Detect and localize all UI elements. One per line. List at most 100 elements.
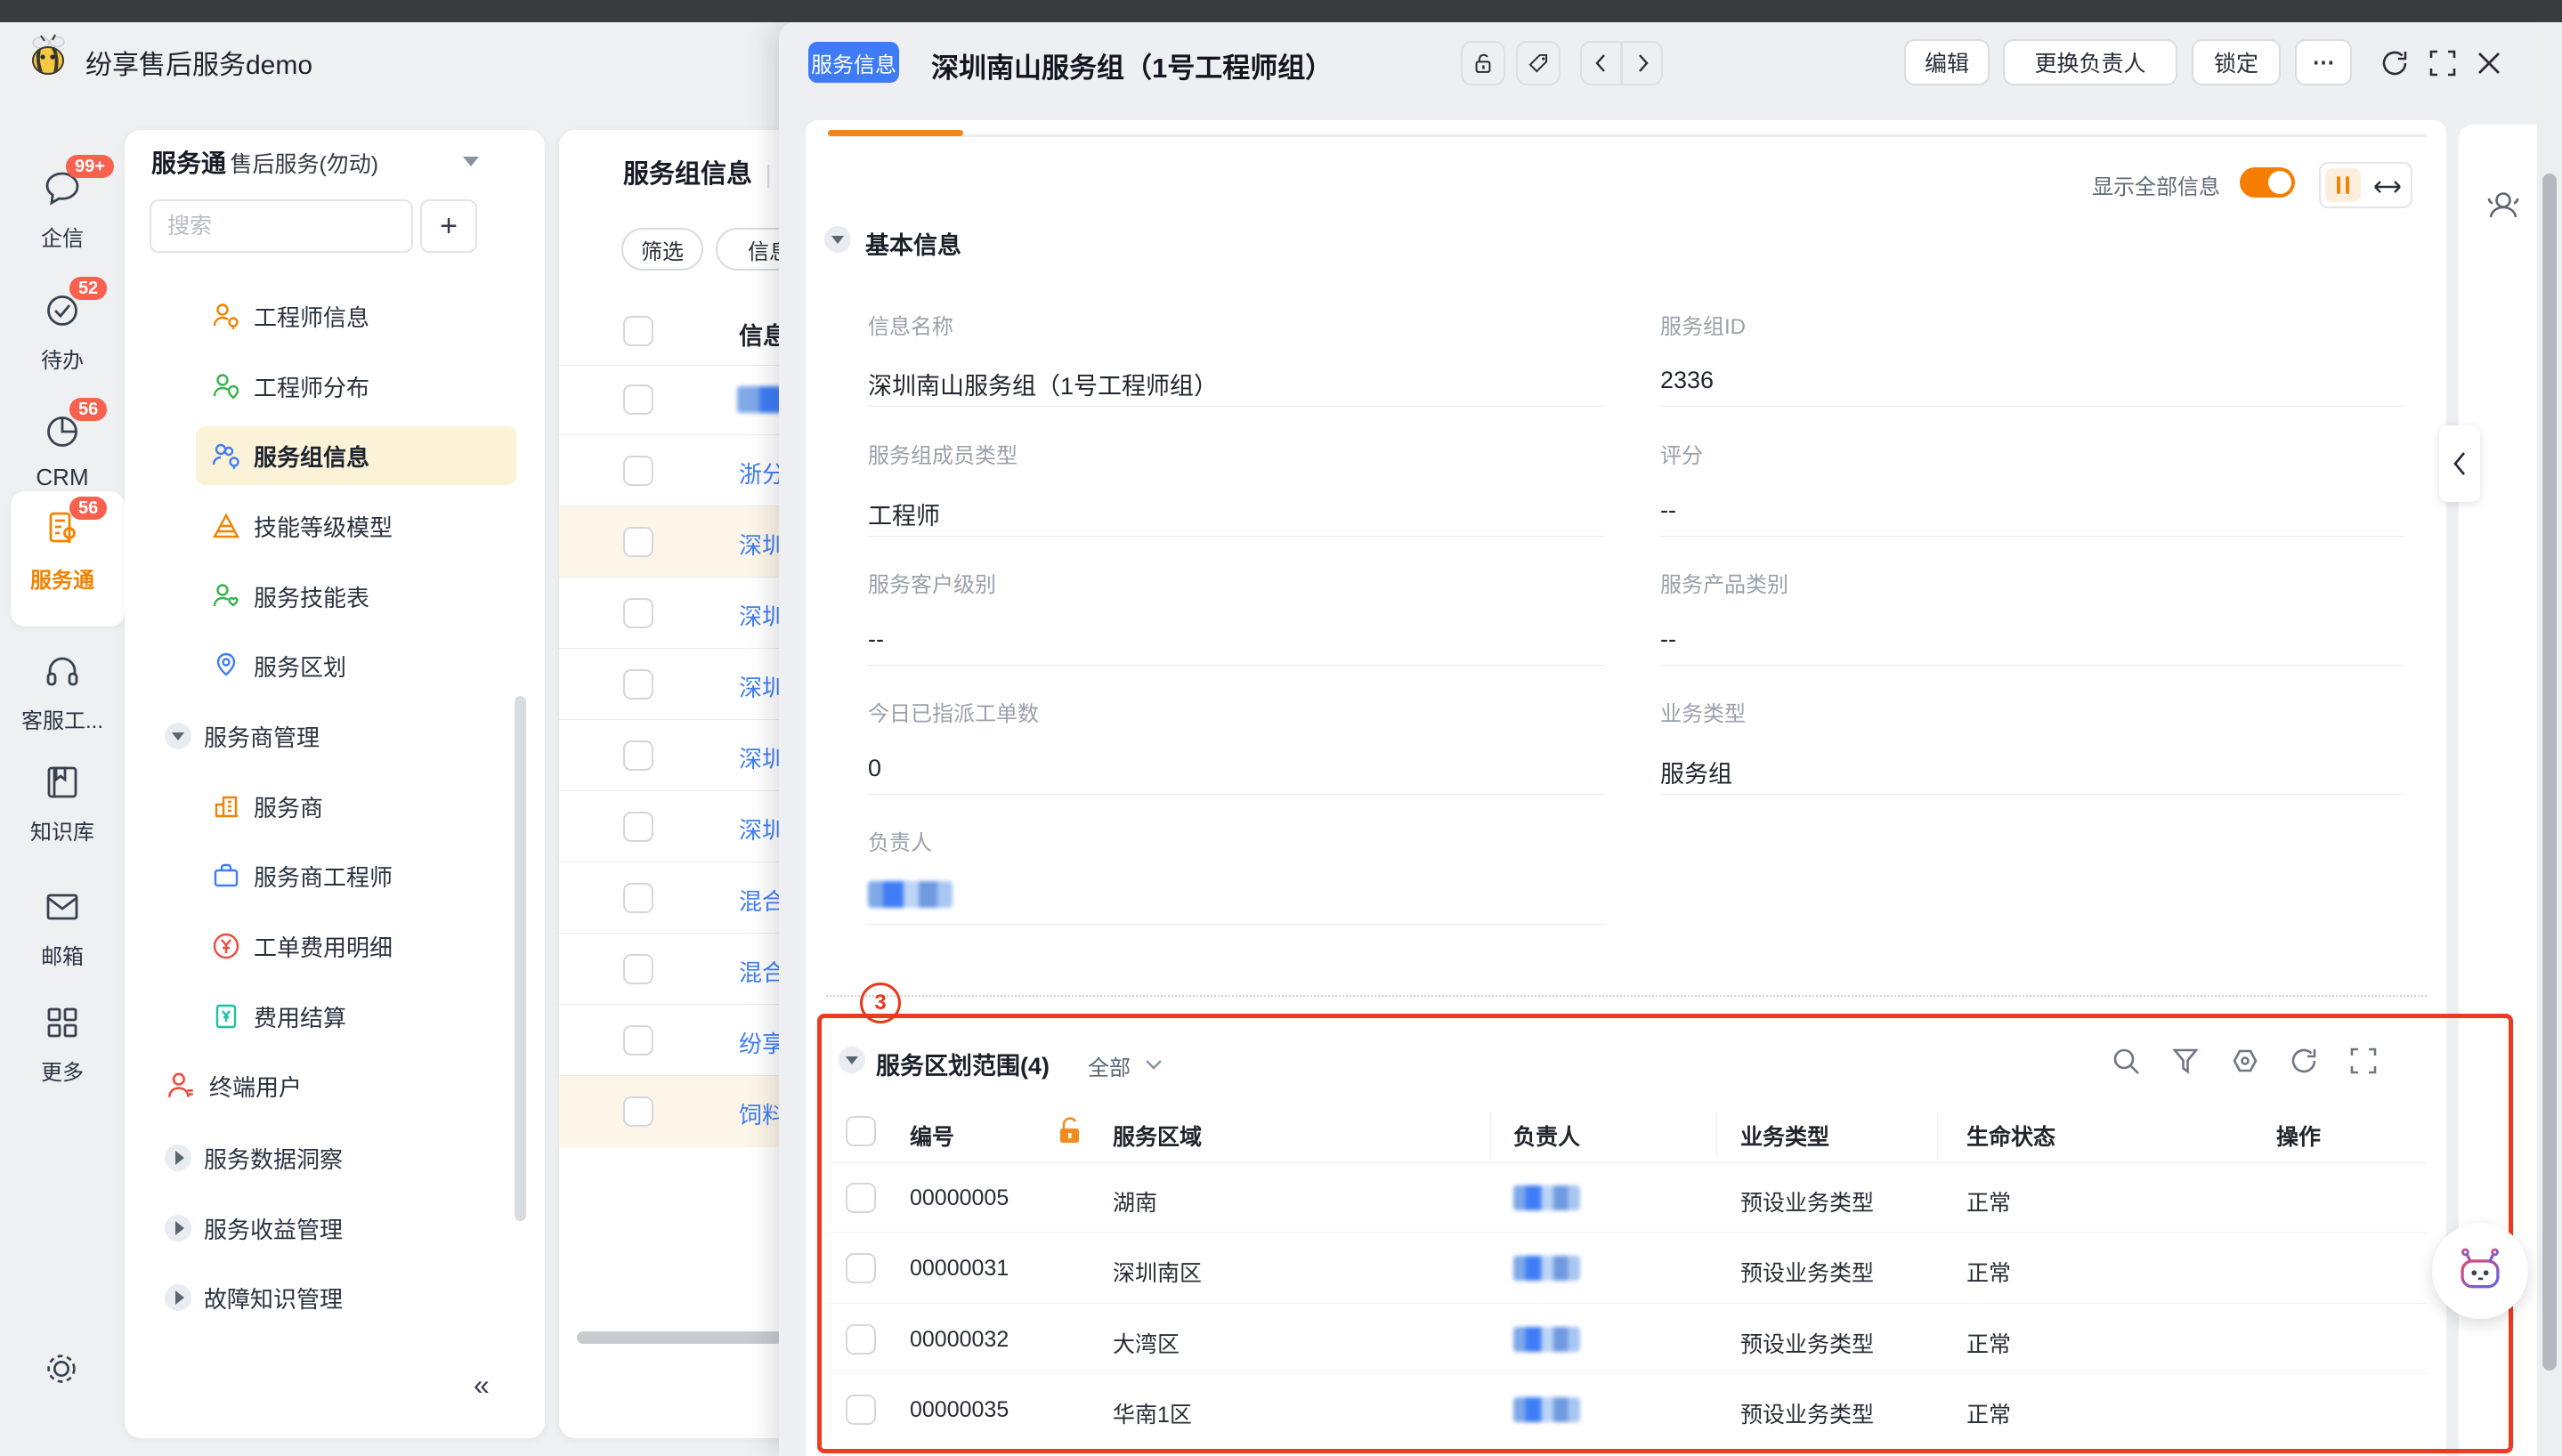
list-row-selected[interactable]: 饲料服务组 xyxy=(559,1076,795,1147)
nav-item-service-skill-table[interactable]: 服务技能表 xyxy=(211,567,531,626)
nav-item-engineer-info[interactable]: 工程师信息 xyxy=(211,287,531,345)
row-checkbox[interactable] xyxy=(623,812,653,842)
column-header-owner[interactable]: 负责人 xyxy=(1513,1120,1580,1152)
column-layout-button[interactable] xyxy=(2325,168,2361,202)
row-region-link[interactable]: 大湾区 xyxy=(1113,1327,1180,1359)
row-checkbox[interactable] xyxy=(846,1324,876,1355)
next-record-button[interactable] xyxy=(1621,41,1663,85)
nav-item-provider-engineer[interactable]: 服务商工程师 xyxy=(211,846,531,905)
expand-fullscreen-icon[interactable] xyxy=(2427,47,2459,79)
subtable-row[interactable]: 00000005 湖南 预设业务类型 正常 xyxy=(826,1162,2427,1233)
team-members-icon[interactable] xyxy=(2484,187,2523,226)
rail-item-qixin[interactable]: 99+ 企信 xyxy=(0,167,125,265)
row-region-link[interactable]: 华南1区 xyxy=(1113,1397,1192,1429)
subtable-scope-dropdown[interactable]: 全部 xyxy=(1088,1050,1131,1081)
nav-group-service-provider-mgmt[interactable]: 服务商管理 xyxy=(165,707,521,765)
row-checkbox[interactable] xyxy=(623,669,653,700)
list-row[interactable]: 深圳龙岗区 xyxy=(559,791,795,862)
subtable-view-settings-icon[interactable] xyxy=(2229,1045,2261,1077)
nav-group-fault-knowledge-mgmt[interactable]: 故障知识管理 xyxy=(165,1268,521,1327)
nav-item-engineer-map[interactable]: 工程师分布 xyxy=(211,357,531,416)
page-scroll-thumb[interactable] xyxy=(2542,174,2557,1371)
list-row[interactable]: 混合组（广 xyxy=(559,934,795,1005)
rail-item-fuwutong[interactable]: 56 服务通 xyxy=(0,507,125,610)
prev-record-button[interactable] xyxy=(1580,41,1622,85)
row-id-link[interactable]: 00000031 xyxy=(910,1256,1009,1282)
column-header-biztype[interactable]: 业务类型 xyxy=(1740,1120,1829,1152)
column-header-id[interactable]: 编号 xyxy=(910,1120,954,1152)
expand-panel-handle[interactable] xyxy=(2439,425,2480,502)
row-checkbox[interactable] xyxy=(623,598,653,628)
list-row[interactable]: 纷享服务商 xyxy=(559,1005,795,1076)
nav-group-service-revenue-mgmt[interactable]: 服务收益管理 xyxy=(165,1199,521,1258)
list-row[interactable]: 深圳组 xyxy=(559,720,795,791)
row-checkbox[interactable] xyxy=(623,456,653,486)
nav-search-input[interactable] xyxy=(150,199,413,253)
row-checkbox[interactable] xyxy=(623,883,653,913)
nav-item-service-provider[interactable]: 服务商 xyxy=(211,777,531,836)
change-owner-button[interactable]: 更换负责人 xyxy=(2003,39,2177,85)
nav-item-service-region[interactable]: 服务区划 xyxy=(211,636,531,695)
subtable-search-icon[interactable] xyxy=(2110,1045,2142,1077)
row-checkbox[interactable] xyxy=(846,1253,876,1283)
row-checkbox[interactable] xyxy=(623,740,653,771)
subtable-collapse-icon[interactable] xyxy=(839,1047,865,1073)
section-collapse-icon[interactable] xyxy=(824,226,851,253)
row-checkbox[interactable] xyxy=(623,1025,653,1056)
show-all-toggle[interactable] xyxy=(2240,167,2295,198)
row-checkbox[interactable] xyxy=(623,1096,653,1127)
column-header-lifecycle[interactable]: 生命状态 xyxy=(1966,1120,2055,1152)
row-id-link[interactable]: 00000032 xyxy=(910,1327,1009,1353)
subtable-refresh-icon[interactable] xyxy=(2288,1045,2320,1077)
unlock-icon-button[interactable] xyxy=(1461,41,1505,85)
nav-item-service-group-info[interactable]: 服务组信息 xyxy=(196,426,516,485)
list-row[interactable]: 混合组 xyxy=(559,862,795,934)
nav-collapse-button[interactable]: « xyxy=(474,1369,490,1402)
horizontal-resize-icon[interactable] xyxy=(2371,174,2404,200)
row-region-link[interactable]: 湖南 xyxy=(1113,1185,1157,1217)
assistant-robot-button[interactable] xyxy=(2432,1223,2528,1319)
list-row[interactable]: 深圳服务商 xyxy=(559,578,795,649)
list-row[interactable]: 浙分服务组 xyxy=(559,435,795,506)
column-header-actions[interactable]: 操作 xyxy=(2276,1120,2321,1152)
close-icon[interactable] xyxy=(2473,47,2505,79)
refresh-icon[interactable] xyxy=(2379,47,2411,79)
nav-add-button[interactable]: + xyxy=(420,199,477,253)
subtable-row[interactable]: 00000035 华南1区 预设业务类型 正常 xyxy=(826,1374,2427,1445)
lock-button[interactable]: 锁定 xyxy=(2192,39,2281,85)
nav-scrollbar[interactable] xyxy=(515,696,526,1221)
rail-item-todo[interactable]: 52 待办 xyxy=(0,289,125,387)
edit-button[interactable]: 编辑 xyxy=(1904,39,1990,85)
app-switch-caret-icon[interactable] xyxy=(463,157,479,166)
rail-item-service-desk[interactable]: 客服工... xyxy=(0,650,125,748)
nav-item-workorder-fee-detail[interactable]: 工单费用明细 xyxy=(211,917,531,975)
row-checkbox[interactable] xyxy=(846,1395,876,1425)
list-row-selected[interactable]: 深圳南山服 xyxy=(559,506,795,578)
list-row[interactable]: 深圳福田服 xyxy=(559,649,795,720)
list-row[interactable] xyxy=(559,364,795,435)
nav-group-service-data-insight[interactable]: 服务数据洞察 xyxy=(165,1128,521,1187)
settings-gear-icon[interactable] xyxy=(41,1348,82,1389)
subtable-row[interactable]: 00000032 大湾区 预设业务类型 正常 xyxy=(826,1304,2427,1374)
row-id-link[interactable]: 00000005 xyxy=(910,1185,1009,1211)
row-id-link[interactable]: 00000035 xyxy=(910,1397,1009,1423)
subtable-filter-icon[interactable] xyxy=(2169,1045,2201,1077)
nav-item-end-user[interactable]: 终端用户 xyxy=(165,1056,521,1115)
select-all-checkbox[interactable] xyxy=(623,316,653,346)
row-checkbox[interactable] xyxy=(623,384,653,415)
subtable-row[interactable]: 00000031 深圳南区 预设业务类型 正常 xyxy=(826,1233,2427,1304)
row-checkbox[interactable] xyxy=(623,527,653,557)
subtable-fullscreen-icon[interactable] xyxy=(2347,1045,2380,1077)
rail-item-knowledge[interactable]: 知识库 xyxy=(0,761,125,859)
rail-item-mail[interactable]: 邮箱 xyxy=(0,886,125,983)
owner-redacted-value[interactable] xyxy=(868,881,953,908)
more-actions-button[interactable]: ⋯ xyxy=(2295,39,2352,85)
rail-item-more[interactable]: 更多 xyxy=(0,1001,125,1099)
nav-item-skill-level-model[interactable]: 技能等级模型 xyxy=(211,497,531,555)
filter-button[interactable]: 筛选 xyxy=(621,228,703,271)
nav-item-fee-settlement[interactable]: 费用结算 xyxy=(211,987,531,1046)
row-region-link[interactable]: 深圳南区 xyxy=(1113,1256,1202,1288)
list-horizontal-scrollbar[interactable] xyxy=(577,1331,783,1344)
row-checkbox[interactable] xyxy=(846,1183,876,1213)
subtable-select-all-checkbox[interactable] xyxy=(846,1116,876,1146)
